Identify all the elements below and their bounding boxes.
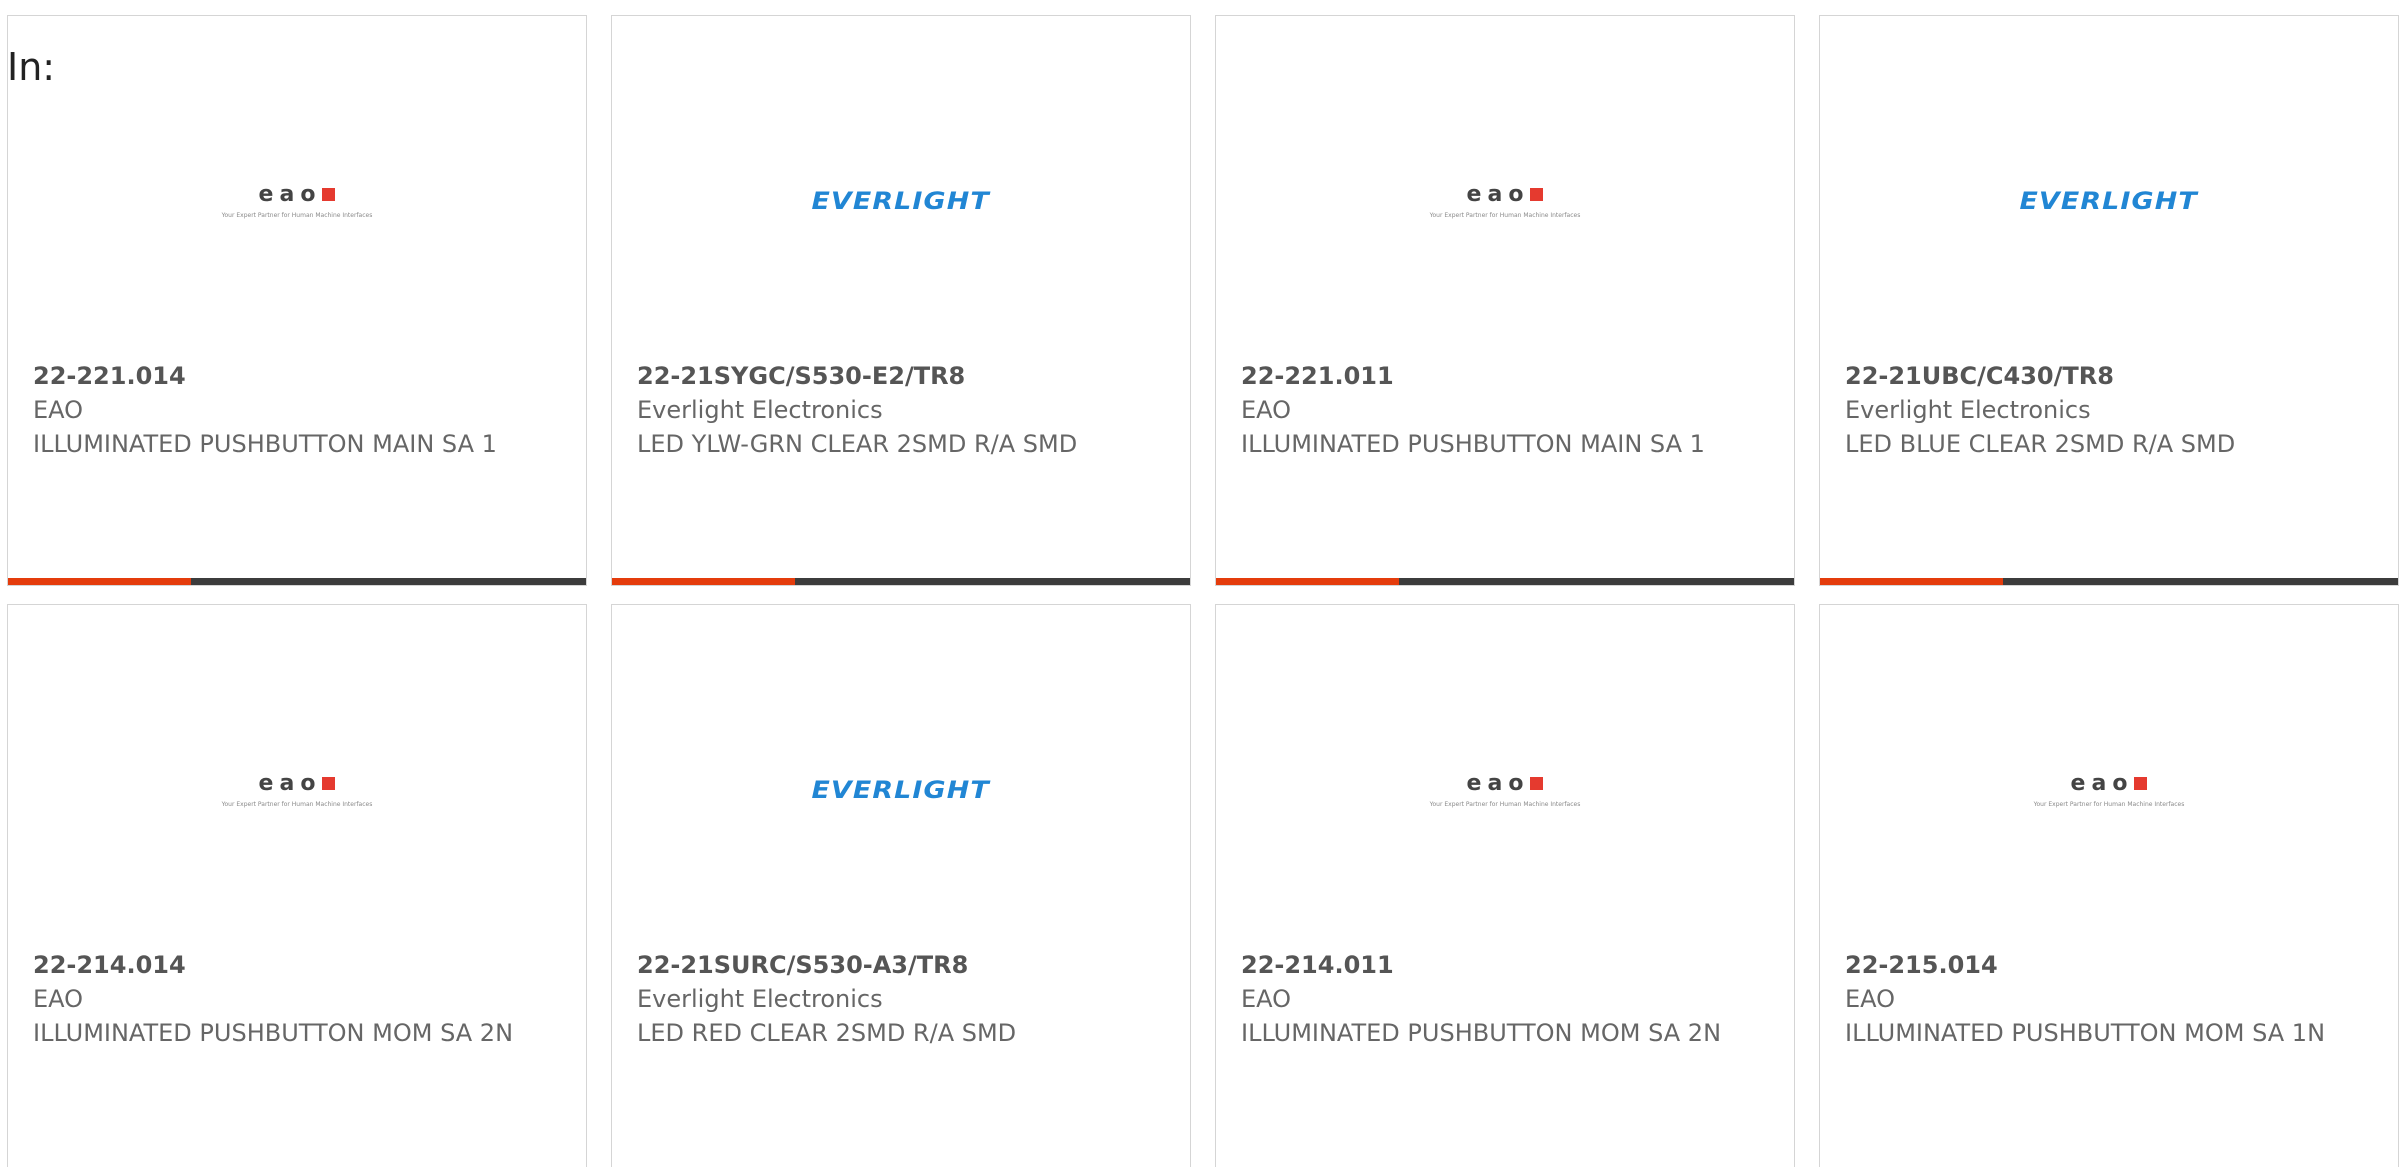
eao-logo-text: eao [1466,770,1530,796]
part-number[interactable]: 22-221.014 [33,359,566,393]
manufacturer: EAO [1241,396,1292,424]
product-logo: eao Your Expert Partner for Human Machin… [1216,745,1794,835]
product-logo: eao Your Expert Partner for Human Machin… [8,156,586,246]
card-bottom-bar [1216,578,1794,585]
eao-logo-tagline: Your Expert Partner for Human Machine In… [221,800,373,808]
part-number[interactable]: 22-214.014 [33,948,566,982]
product-card[interactable]: eao Your Expert Partner for Human Machin… [1215,15,1795,586]
product-info: 22-21SURC/S530-A3/TR8 Everlight Electron… [637,948,1170,1050]
eao-logo-tagline: Your Expert Partner for Human Machine In… [221,211,373,219]
eao-red-square-icon [1530,188,1544,201]
product-info: 22-214.011 EAO ILLUMINATED PUSHBUTTON MO… [1241,948,1774,1050]
product-card[interactable]: eao Your Expert Partner for Human Machin… [1819,604,2399,1167]
product-info: 22-215.014 EAO ILLUMINATED PUSHBUTTON MO… [1845,948,2378,1050]
eao-logo: eao Your Expert Partner for Human Machin… [221,770,373,808]
part-number[interactable]: 22-21UBC/C430/TR8 [1845,359,2378,393]
eao-red-square-icon [322,777,336,790]
card-accent-bar [1216,578,1399,585]
description: ILLUMINATED PUSHBUTTON MOM SA 2N [1241,1019,1722,1047]
manufacturer: EAO [33,396,84,424]
card-accent-bar [8,578,191,585]
description: ILLUMINATED PUSHBUTTON MAIN SA 1 [1241,430,1705,458]
eao-red-square-icon [322,188,336,201]
eao-red-square-icon [2134,777,2148,790]
card-bottom-bar [8,578,586,585]
description: LED BLUE CLEAR 2SMD R/A SMD [1845,430,2236,458]
manufacturer: EAO [1241,985,1292,1013]
eao-logo-text: eao [258,181,322,207]
product-card[interactable]: EVERLIGHT 22-21SYGC/S530-E2/TR8 Everligh… [611,15,1191,586]
product-card[interactable]: EVERLIGHT 22-21UBC/C430/TR8 Everlight El… [1819,15,2399,586]
description: ILLUMINATED PUSHBUTTON MAIN SA 1 [33,430,497,458]
product-info: 22-221.014 EAO ILLUMINATED PUSHBUTTON MA… [33,359,566,461]
eao-logo: eao Your Expert Partner for Human Machin… [2033,770,2185,808]
product-logo: eao Your Expert Partner for Human Machin… [1820,745,2398,835]
filter-label: In: [7,45,56,89]
product-info: 22-21UBC/C430/TR8 Everlight Electronics … [1845,359,2378,461]
product-card[interactable]: eao Your Expert Partner for Human Machin… [7,604,587,1167]
product-logo: eao Your Expert Partner for Human Machin… [1216,156,1794,246]
eao-logo-text: eao [258,770,322,796]
product-grid-page: eao Your Expert Partner for Human Machin… [0,0,2400,1167]
product-info: 22-21SYGC/S530-E2/TR8 Everlight Electron… [637,359,1170,461]
eao-logo: eao Your Expert Partner for Human Machin… [1429,770,1581,808]
product-card[interactable]: eao Your Expert Partner for Human Machin… [7,15,587,586]
everlight-logo: EVERLIGHT [811,187,991,215]
manufacturer: EAO [33,985,84,1013]
eao-logo-tagline: Your Expert Partner for Human Machine In… [2033,800,2185,808]
card-bottom-bar [1820,578,2398,585]
description: ILLUMINATED PUSHBUTTON MOM SA 2N [33,1019,514,1047]
product-logo: EVERLIGHT [612,156,1190,246]
product-info: 22-221.011 EAO ILLUMINATED PUSHBUTTON MA… [1241,359,1774,461]
part-number[interactable]: 22-21SURC/S530-A3/TR8 [637,948,1170,982]
part-number[interactable]: 22-221.011 [1241,359,1774,393]
product-logo: EVERLIGHT [612,745,1190,835]
everlight-logo: EVERLIGHT [2019,187,2199,215]
product-logo: EVERLIGHT [1820,156,2398,246]
description: LED RED CLEAR 2SMD R/A SMD [637,1019,1017,1047]
product-card[interactable]: eao Your Expert Partner for Human Machin… [1215,604,1795,1167]
card-accent-bar [1820,578,2003,585]
product-logo: eao Your Expert Partner for Human Machin… [8,745,586,835]
everlight-logo: EVERLIGHT [811,776,991,804]
eao-logo: eao Your Expert Partner for Human Machin… [221,181,373,219]
part-number[interactable]: 22-215.014 [1845,948,2378,982]
manufacturer: Everlight Electronics [637,396,883,424]
product-info: 22-214.014 EAO ILLUMINATED PUSHBUTTON MO… [33,948,566,1050]
description: ILLUMINATED PUSHBUTTON MOM SA 1N [1845,1019,2326,1047]
manufacturer: Everlight Electronics [637,985,883,1013]
eao-logo-tagline: Your Expert Partner for Human Machine In… [1429,211,1581,219]
eao-logo-text: eao [1466,181,1530,207]
eao-logo: eao Your Expert Partner for Human Machin… [1429,181,1581,219]
product-card[interactable]: EVERLIGHT 22-21SURC/S530-A3/TR8 Everligh… [611,604,1191,1167]
eao-logo-text: eao [2070,770,2134,796]
card-accent-bar [612,578,795,585]
manufacturer: EAO [1845,985,1896,1013]
part-number[interactable]: 22-214.011 [1241,948,1774,982]
eao-red-square-icon [1530,777,1544,790]
card-bottom-bar [612,578,1190,585]
eao-logo-tagline: Your Expert Partner for Human Machine In… [1429,800,1581,808]
part-number[interactable]: 22-21SYGC/S530-E2/TR8 [637,359,1170,393]
description: LED YLW-GRN CLEAR 2SMD R/A SMD [637,430,1078,458]
manufacturer: Everlight Electronics [1845,396,2091,424]
